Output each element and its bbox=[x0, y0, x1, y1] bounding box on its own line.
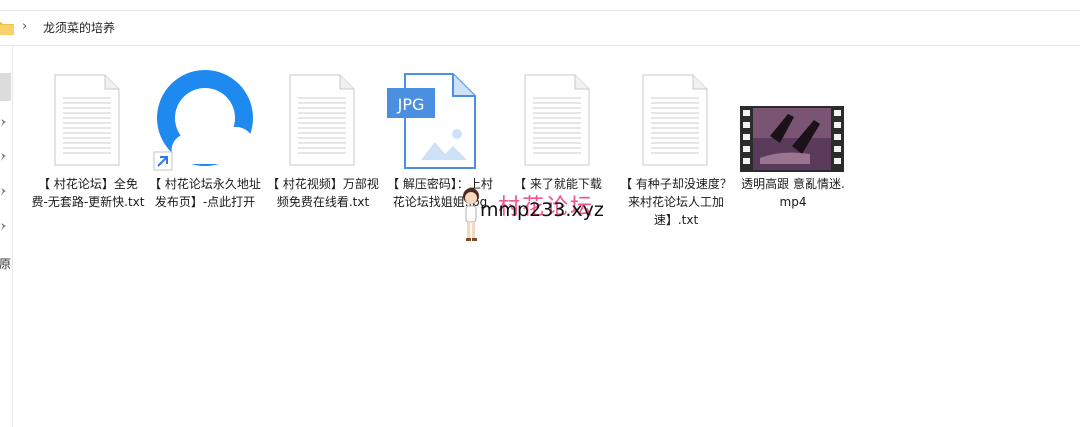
file-name[interactable]: 透明高跟 意亂情迷.mp4 bbox=[734, 175, 852, 211]
jpg-file-icon: JPG bbox=[387, 73, 476, 169]
navigation-pane[interactable] bbox=[0, 46, 13, 427]
breadcrumb-current-folder[interactable]: 龙须菜的培养 bbox=[43, 19, 115, 36]
file-item[interactable]: 透明高跟 意亂情迷.mp4 bbox=[734, 68, 852, 211]
address-bar[interactable]: › 龙须菜的培养 bbox=[0, 11, 1080, 46]
nav-item-label-partial[interactable]: 原 bbox=[0, 255, 11, 272]
text-file-icon bbox=[289, 74, 355, 166]
watermark-text: mmp233.xyz bbox=[480, 199, 604, 221]
file-name[interactable]: 【 村花论坛】全免费-无套路-更新快.txt bbox=[29, 175, 147, 211]
file-name[interactable]: 【 村花视频】万部视频免费在线看.txt bbox=[264, 175, 382, 211]
text-file-icon bbox=[642, 74, 708, 166]
file-name[interactable]: 【 村花论坛永久地址发布页】-点此打开 bbox=[146, 175, 264, 211]
text-file-icon bbox=[54, 74, 120, 166]
pin-icon[interactable] bbox=[0, 222, 8, 232]
video-thumbnail-icon bbox=[740, 106, 844, 172]
pin-icon[interactable] bbox=[0, 152, 8, 162]
file-item[interactable]: 【 村花视频】万部视频免费在线看.txt bbox=[264, 68, 382, 211]
file-name[interactable]: 【 有种子却没速度？来村花论坛人工加速】.txt bbox=[617, 175, 735, 229]
file-item[interactable]: 【 村花论坛永久地址发布页】-点此打开 bbox=[146, 68, 264, 211]
browser-shortcut-icon bbox=[153, 70, 255, 171]
pin-icon[interactable] bbox=[0, 118, 8, 128]
chevron-right-icon[interactable]: › bbox=[22, 19, 27, 34]
file-item[interactable]: 【 有种子却没速度？来村花论坛人工加速】.txt bbox=[617, 68, 735, 229]
nav-selected-item[interactable] bbox=[0, 73, 11, 101]
file-item[interactable]: 【 村花论坛】全免费-无套路-更新快.txt bbox=[29, 68, 147, 211]
pin-icon[interactable] bbox=[0, 187, 8, 197]
folder-icon bbox=[0, 22, 14, 35]
text-file-icon bbox=[524, 74, 590, 166]
jpg-badge: JPG bbox=[397, 95, 425, 114]
window-top-strip bbox=[0, 0, 1080, 11]
file-item[interactable]: 【 来了就能下载 bbox=[499, 68, 617, 193]
